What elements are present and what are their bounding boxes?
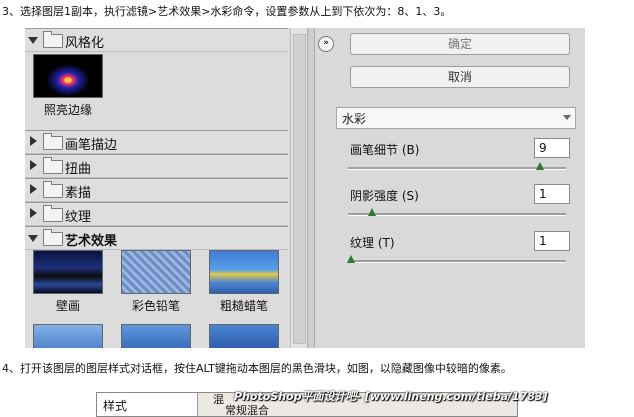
- filter-list-panel: 风格化 照亮边缘 画笔描边 扭曲 素描 纹理 艺术效果 壁画 彩色铅笔 粗糙蜡笔: [25, 28, 290, 348]
- styles-tab[interactable]: 样式: [97, 393, 198, 416]
- filter-thumbnail-row3[interactable]: [121, 324, 191, 348]
- collapse-chevron-icon[interactable]: »: [318, 36, 334, 52]
- filter-colored-pencil[interactable]: 彩色铅笔: [121, 250, 191, 314]
- expand-triangle-icon[interactable]: [30, 208, 37, 218]
- styles-tab-label: 样式: [103, 399, 128, 413]
- folder-icon: [43, 205, 63, 222]
- category-label: 扭曲: [65, 162, 92, 177]
- category-label: 纹理: [65, 210, 92, 225]
- filter-settings-panel: » 确定 取消 水彩 画笔细节 (B) 9 阴影强度 (S) 1 纹理 (T) …: [315, 28, 585, 348]
- folder-icon: [43, 229, 63, 246]
- filter-thumbnail-row3[interactable]: [33, 324, 103, 348]
- colored-pencil-caption: 彩色铅笔: [131, 299, 180, 313]
- colored-pencil-thumbnail[interactable]: [121, 250, 191, 294]
- shadow-intensity-input[interactable]: 1: [534, 184, 570, 204]
- folder-icon: [43, 133, 63, 150]
- filter-glowing-edges[interactable]: 照亮边缘: [33, 54, 103, 118]
- filter-gallery-dialog: 风格化 照亮边缘 画笔描边 扭曲 素描 纹理 艺术效果 壁画 彩色铅笔 粗糙蜡笔…: [25, 28, 585, 348]
- expand-triangle-icon[interactable]: [30, 160, 37, 170]
- filter-fresco[interactable]: 壁画: [33, 250, 103, 314]
- filter-thumbnail[interactable]: [121, 324, 191, 348]
- filter-thumbnail[interactable]: [209, 324, 279, 348]
- expand-triangle-icon[interactable]: [30, 184, 37, 194]
- fresco-caption: 壁画: [55, 299, 80, 313]
- texture-slider-knob[interactable]: [347, 255, 355, 263]
- category-artistic[interactable]: 艺术效果: [25, 226, 288, 250]
- filter-rough-pastels[interactable]: 粗糙蜡笔: [209, 250, 279, 314]
- shadow-intensity-label: 阴影强度 (S): [350, 189, 419, 203]
- category-label: 素描: [65, 186, 92, 201]
- panel-splitter[interactable]: [307, 28, 315, 348]
- category-artistic-label: 艺术效果: [65, 234, 118, 249]
- folder-icon: [43, 157, 63, 174]
- brush-detail-slider-knob[interactable]: [536, 162, 544, 170]
- step4-instruction: 4、打开该图层的图层样式对话框，按住ALT键拖动本图层的黑色滑块，如图，以隐藏图…: [2, 362, 512, 375]
- brush-detail-slider-track[interactable]: [348, 167, 566, 170]
- filter-thumbnail[interactable]: [33, 324, 103, 348]
- category-distort[interactable]: 扭曲: [25, 154, 288, 178]
- texture-input[interactable]: 1: [534, 231, 570, 251]
- expand-triangle-icon[interactable]: [28, 37, 38, 44]
- blending-options-label: 混: [213, 393, 224, 406]
- texture-slider-track[interactable]: [348, 260, 566, 263]
- filter-list-scrollbar[interactable]: [290, 28, 307, 348]
- scrollbar-thumb[interactable]: [293, 34, 306, 344]
- ok-button[interactable]: 确定: [350, 33, 570, 55]
- filter-type-value: 水彩: [342, 112, 367, 126]
- cancel-button[interactable]: 取消: [350, 66, 570, 88]
- category-stylize-label: 风格化: [65, 36, 105, 51]
- glowing-edges-thumbnail[interactable]: [33, 54, 103, 98]
- glowing-edges-caption: 照亮边缘: [43, 103, 92, 117]
- expand-triangle-icon[interactable]: [30, 136, 37, 146]
- category-brush-strokes[interactable]: 画笔描边: [25, 130, 288, 154]
- category-label: 画笔描边: [65, 138, 118, 153]
- folder-icon: [43, 181, 63, 198]
- rough-pastels-thumbnail[interactable]: [209, 250, 279, 294]
- shadow-intensity-slider-track[interactable]: [348, 213, 566, 216]
- fresco-thumbnail[interactable]: [33, 250, 103, 294]
- rough-pastels-caption: 粗糙蜡笔: [219, 299, 268, 313]
- category-texture[interactable]: 纹理: [25, 202, 288, 226]
- brush-detail-label: 画笔细节 (B): [350, 143, 420, 157]
- texture-label: 纹理 (T): [350, 236, 395, 250]
- shadow-intensity-slider-knob[interactable]: [368, 208, 376, 216]
- watermark-text: PhotoShop平面设计吧- [www.lineng.com/tieba/17…: [234, 390, 548, 403]
- filter-thumbnail-row3[interactable]: [209, 324, 279, 348]
- expand-triangle-icon[interactable]: [28, 235, 38, 242]
- filter-type-select[interactable]: 水彩: [336, 107, 576, 129]
- brush-detail-input[interactable]: 9: [534, 138, 570, 158]
- chevron-down-icon[interactable]: [563, 115, 571, 120]
- step3-instruction: 3、选择图层1副本，执行滤镜>艺术效果>水彩命令，设置参数从上到下依次为：8、1…: [2, 5, 452, 18]
- folder-icon: [43, 31, 63, 48]
- category-sketch[interactable]: 素描: [25, 178, 288, 202]
- category-stylize[interactable]: 风格化: [25, 28, 288, 52]
